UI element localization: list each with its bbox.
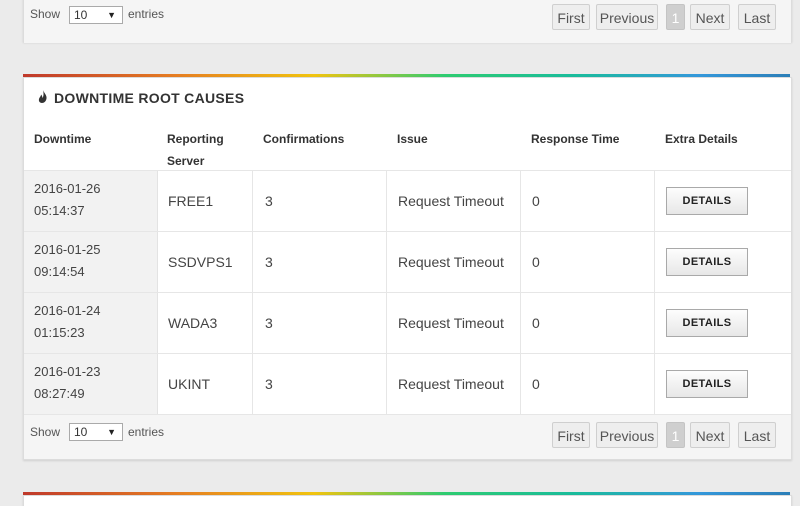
issue-cell: Request Timeout [398, 376, 504, 392]
top-panel: Show 10 ▼ entries First Previous 1 Next … [23, 0, 792, 43]
page-size-select[interactable]: 10 ▼ [69, 423, 123, 441]
next-page-button[interactable]: Next [690, 422, 730, 448]
details-button[interactable]: DETAILS [666, 309, 748, 337]
current-page-button[interactable]: 1 [666, 422, 685, 448]
column-divider [252, 232, 253, 293]
previous-page-button[interactable]: Previous [596, 422, 658, 448]
last-page-button[interactable]: Last [738, 422, 776, 448]
page-size-select[interactable]: 10 ▼ [69, 6, 123, 24]
fire-icon [38, 90, 50, 106]
column-divider [520, 354, 521, 415]
downtime-date: 2016-01-24 [34, 303, 101, 318]
column-divider [252, 293, 253, 354]
issue-cell: Request Timeout [398, 315, 504, 331]
downtime-date: 2016-01-26 [34, 181, 101, 196]
column-divider [386, 293, 387, 354]
col-extra-details: Extra Details [665, 132, 738, 146]
response-time-cell: 0 [532, 376, 540, 392]
downtime-date: 2016-01-25 [34, 242, 101, 257]
downtime-pager-bar: Show 10 ▼ entries First Previous 1 Next … [24, 414, 791, 459]
table-row: 2016-01-23 08:27:49 UKINT 3 Request Time… [24, 353, 791, 415]
column-divider [520, 293, 521, 354]
entries-label: entries [128, 7, 165, 21]
column-divider [654, 293, 655, 354]
server-cell: SSDVPS1 [168, 254, 233, 270]
panel-title-text: DOWNTIME ROOT CAUSES [54, 90, 245, 106]
table-row: 2016-01-25 09:14:54 SSDVPS1 3 Request Ti… [24, 231, 791, 293]
table-row: 2016-01-26 05:14:37 FREE1 3 Request Time… [24, 170, 791, 232]
response-time-cell: 0 [532, 315, 540, 331]
col-reporting-server: Reporting Server [167, 128, 224, 172]
downtime-cell: 2016-01-25 09:14:54 [24, 232, 158, 293]
downtime-time: 05:14:37 [34, 203, 85, 218]
chevron-down-icon: ▼ [107, 10, 116, 20]
issue-cell: Request Timeout [398, 193, 504, 209]
response-time-cell: 0 [532, 193, 540, 209]
col-confirmations: Confirmations [263, 132, 345, 146]
first-page-button[interactable]: First [552, 422, 590, 448]
show-label: Show [30, 7, 61, 21]
next-page-button[interactable]: Next [690, 4, 730, 30]
server-cell: FREE1 [168, 193, 214, 209]
response-time-cell: 0 [532, 254, 540, 270]
col-reporting-server-line1: Reporting [167, 132, 224, 146]
details-button[interactable]: DETAILS [666, 370, 748, 398]
top-pager-bar: Show 10 ▼ entries First Previous 1 Next … [24, 0, 791, 43]
first-page-button[interactable]: First [552, 4, 590, 30]
column-divider [386, 171, 387, 232]
chevron-down-icon: ▼ [107, 427, 116, 437]
col-reporting-server-line2: Server [167, 154, 205, 168]
details-button[interactable]: DETAILS [666, 248, 748, 276]
downtime-time: 08:27:49 [34, 386, 85, 401]
downtime-time: 01:15:23 [34, 325, 85, 340]
downtime-date: 2016-01-23 [34, 364, 101, 379]
downtime-cell: 2016-01-26 05:14:37 [24, 171, 158, 232]
issue-cell: Request Timeout [398, 254, 504, 270]
downtime-cell: 2016-01-24 01:15:23 [24, 293, 158, 354]
current-page-button[interactable]: 1 [666, 4, 685, 30]
column-divider [520, 171, 521, 232]
page-size-value: 10 [74, 425, 88, 439]
previous-page-button[interactable]: Previous [596, 4, 658, 30]
col-issue: Issue [397, 132, 428, 146]
col-response-time: Response Time [531, 132, 620, 146]
panel-title: DOWNTIME ROOT CAUSES [38, 90, 244, 106]
confirmations-cell: 3 [265, 193, 273, 209]
confirmations-cell: 3 [265, 376, 273, 392]
next-panel [23, 495, 792, 506]
column-divider [520, 232, 521, 293]
downtime-cell: 2016-01-23 08:27:49 [24, 354, 158, 415]
last-page-button[interactable]: Last [738, 4, 776, 30]
column-divider [654, 354, 655, 415]
column-divider [654, 171, 655, 232]
details-button[interactable]: DETAILS [666, 187, 748, 215]
column-divider [252, 171, 253, 232]
column-divider [386, 232, 387, 293]
downtime-time: 09:14:54 [34, 264, 85, 279]
column-divider [252, 354, 253, 415]
col-downtime: Downtime [34, 132, 92, 146]
server-cell: UKINT [168, 376, 210, 392]
confirmations-cell: 3 [265, 254, 273, 270]
confirmations-cell: 3 [265, 315, 273, 331]
downtime-panel: DOWNTIME ROOT CAUSES Downtime Reporting … [23, 77, 792, 460]
entries-label: entries [128, 425, 165, 439]
column-divider [386, 354, 387, 415]
show-label: Show [30, 425, 61, 439]
table-row: 2016-01-24 01:15:23 WADA3 3 Request Time… [24, 292, 791, 354]
page-size-value: 10 [74, 8, 88, 22]
server-cell: WADA3 [168, 315, 218, 331]
column-divider [654, 232, 655, 293]
